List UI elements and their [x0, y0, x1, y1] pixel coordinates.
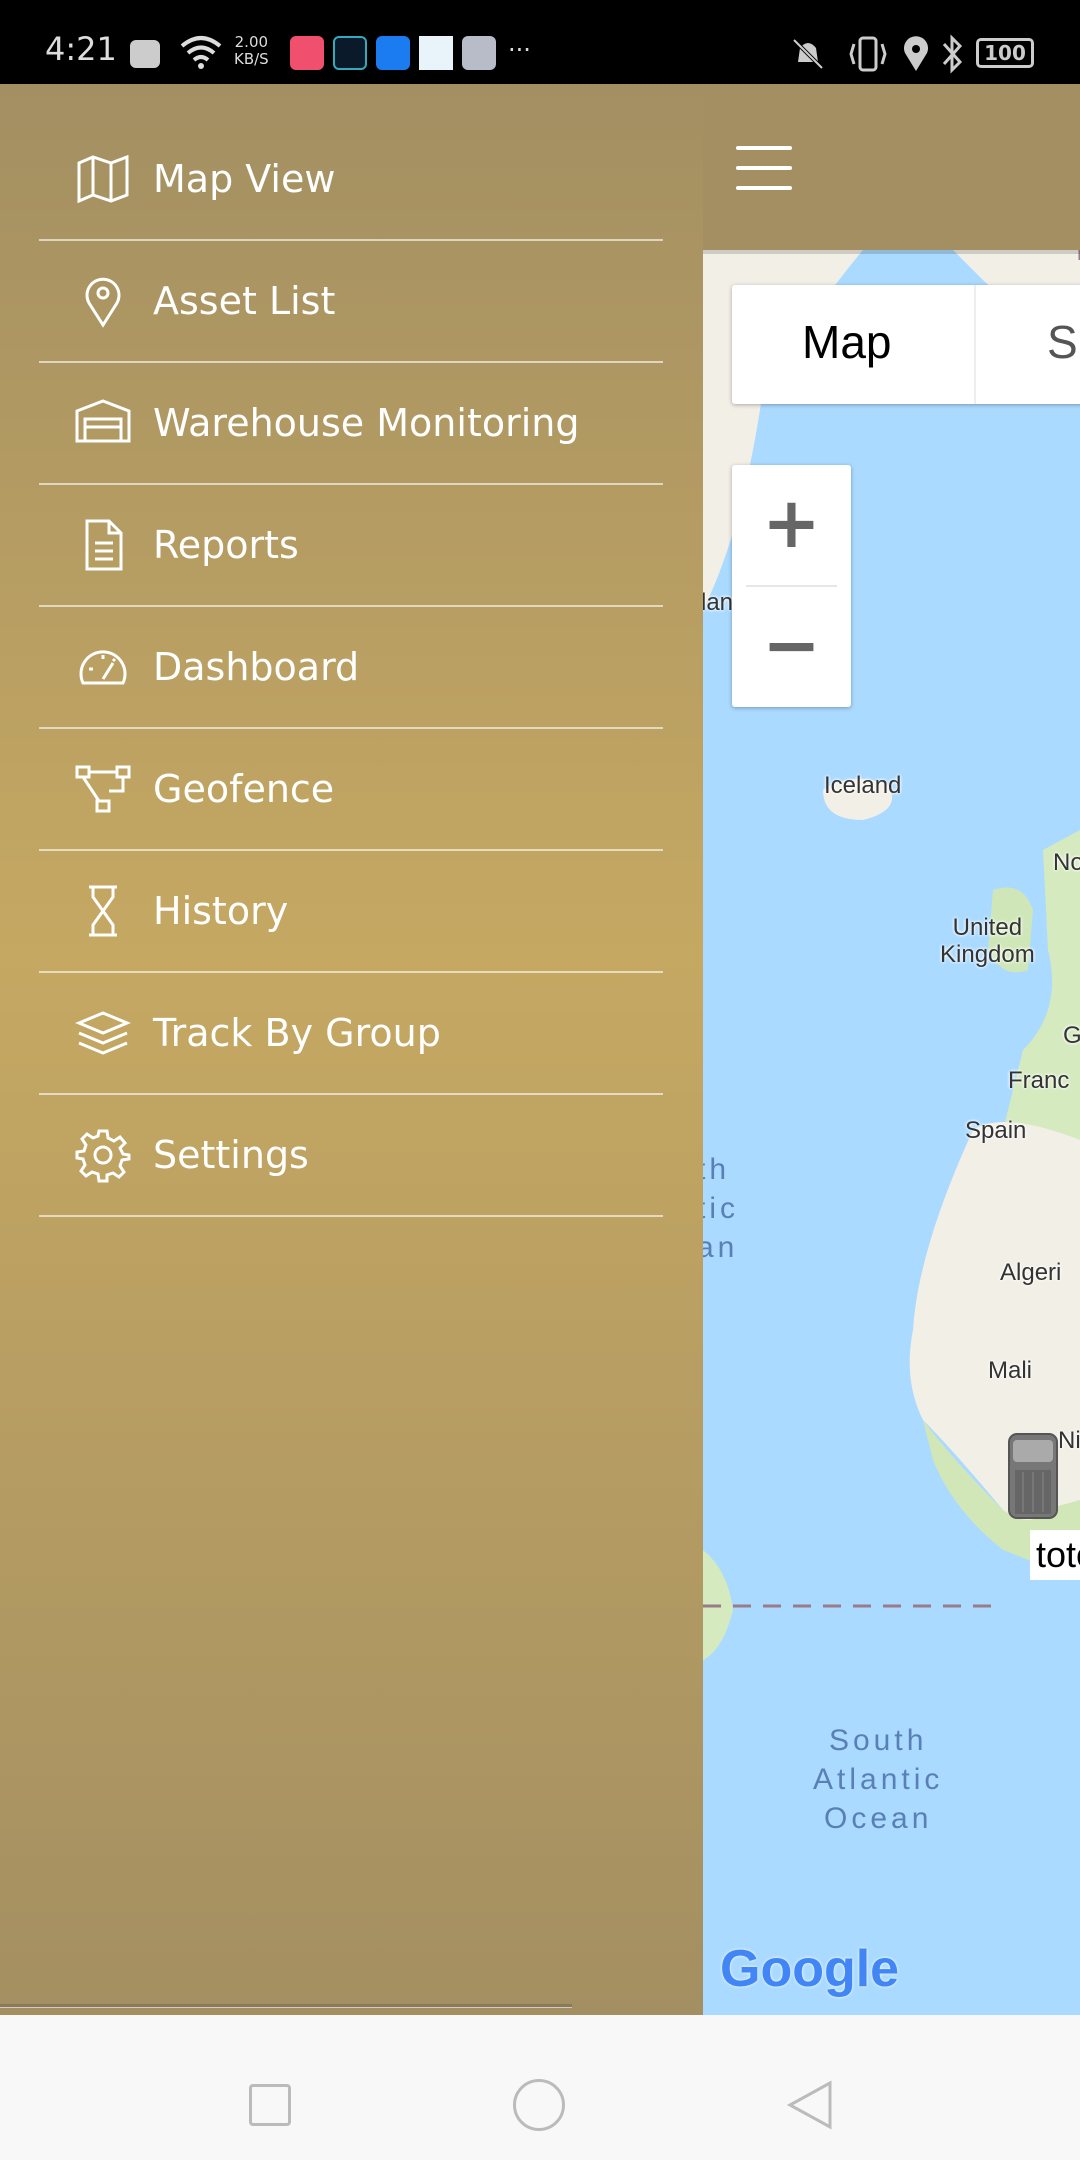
header-shadow [703, 250, 1080, 254]
drawer-item-settings[interactable]: Settings [39, 1095, 663, 1217]
ocean-label: South Atlantic Ocean [813, 1724, 944, 1835]
zoom-out-button[interactable]: − [732, 587, 851, 707]
divider [974, 285, 976, 404]
layers-icon [75, 1011, 131, 1055]
drawer-scroll-indicator [0, 2004, 572, 2008]
asset-label[interactable]: tote [1030, 1530, 1080, 1580]
app-icon-red [290, 36, 324, 70]
wifi-icon [180, 36, 222, 69]
drawer-item-track-by-group[interactable]: Track By Group [39, 973, 663, 1095]
hamburger-menu-button[interactable] [736, 146, 792, 190]
location-icon [904, 36, 928, 71]
drawer-item-reports[interactable]: Reports [39, 485, 663, 607]
map-label: United Kingdom [940, 914, 1035, 968]
drawer-item-geofence[interactable]: Geofence [39, 729, 663, 851]
speedometer-icon [79, 650, 127, 685]
map-label: Spain [965, 1117, 1027, 1144]
map-label: No [1053, 849, 1080, 876]
drawer-item-asset-list[interactable]: Asset List [39, 241, 663, 363]
truck-marker-icon[interactable] [1003, 1430, 1063, 1522]
close-notification-icon [130, 40, 160, 68]
map-label: lan [703, 589, 734, 616]
drawer-item-history[interactable]: History [39, 851, 663, 973]
battery-icon: 100 [976, 38, 1034, 68]
map-type-satellite-button[interactable]: S [1047, 315, 1078, 369]
share-app-icon [462, 36, 496, 70]
system-nav-bar [0, 2015, 1080, 2160]
more-dots-icon: ··· [508, 36, 531, 64]
pin-icon [85, 277, 121, 328]
ocean-label: thtican [703, 1153, 739, 1264]
map-icon [77, 154, 129, 204]
geofence-icon [75, 765, 131, 813]
google-logo: Google [720, 1940, 900, 1998]
bluetooth-icon [942, 34, 963, 74]
map-label: G [1063, 1022, 1080, 1049]
location-app-icon [333, 36, 367, 70]
drawer-item-dashboard[interactable]: Dashboard [39, 607, 663, 729]
gear-icon [75, 1129, 131, 1183]
tracker-app-icon [419, 36, 453, 70]
map-panel[interactable]: lan Iceland No United Kingdom G Franc Spa… [703, 84, 1080, 2015]
map-type-map-button[interactable]: Map [802, 315, 891, 369]
map-type-control: Map S [732, 285, 1080, 404]
navigation-drawer: Map View Asset List Warehouse Monitoring… [0, 84, 703, 2015]
usb-icon [376, 36, 410, 70]
warehouse-icon [75, 399, 131, 443]
vibrate-icon [849, 36, 887, 72]
drawer-item-map-view[interactable]: Map View [39, 119, 663, 241]
back-button[interactable] [786, 2079, 834, 2131]
zoom-control: + − [732, 465, 851, 707]
map-label: Mali [988, 1357, 1033, 1384]
recents-button[interactable] [249, 2084, 291, 2126]
map-label: Iceland [824, 772, 902, 799]
status-bar: 4:21 2.00 KB/S ··· 100 [0, 0, 1080, 84]
home-button[interactable] [513, 2079, 565, 2131]
zoom-in-button[interactable]: + [732, 465, 851, 585]
app-header [703, 84, 1080, 250]
mute-vibrate-icon [792, 38, 824, 70]
clock: 4:21 [45, 30, 117, 68]
hourglass-icon [89, 885, 117, 937]
net-speed: 2.00 KB/S [234, 33, 269, 68]
document-icon [85, 519, 123, 571]
map-label: Franc [1008, 1067, 1070, 1094]
map-label: Algeri [1000, 1259, 1062, 1286]
drawer-item-warehouse-monitoring[interactable]: Warehouse Monitoring [39, 363, 663, 485]
